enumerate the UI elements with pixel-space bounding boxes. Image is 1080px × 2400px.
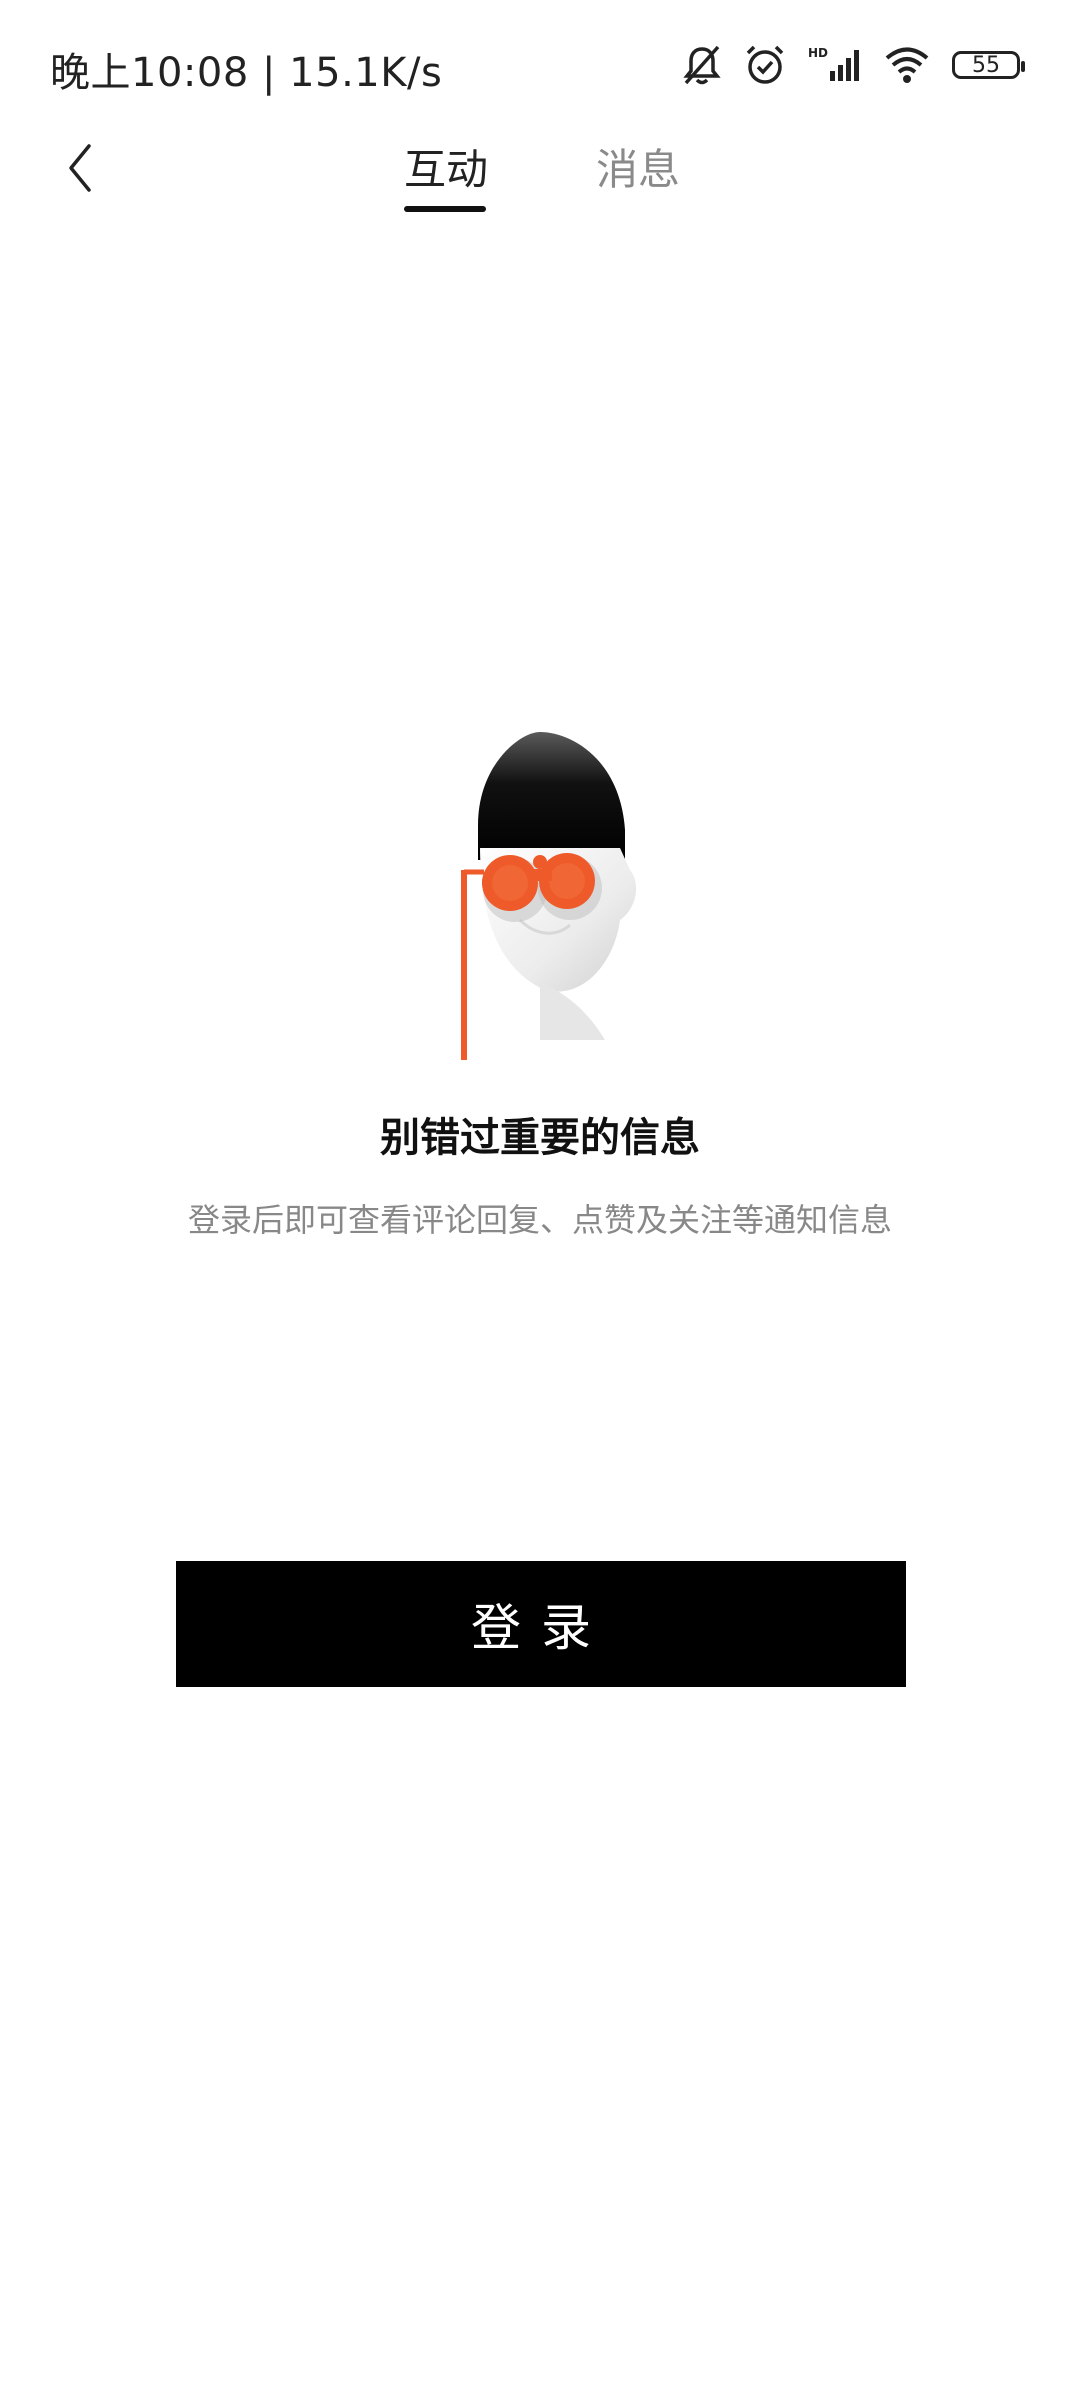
back-button[interactable] xyxy=(40,130,120,210)
alarm-icon xyxy=(744,43,786,87)
muted-bell-icon xyxy=(682,43,722,87)
status-icons: HD 55 xyxy=(682,40,1025,90)
tab-messages[interactable]: 消息 xyxy=(596,140,680,210)
status-bar: 晚上10:08 | 15.1K/s HD 55 xyxy=(0,0,1080,130)
binoculars-head-illustration xyxy=(420,720,660,1070)
wifi-icon xyxy=(884,45,930,85)
login-button[interactable]: 登录 xyxy=(176,1561,906,1687)
empty-state-subtitle: 登录后即可查看评论回复、点赞及关注等通知信息 xyxy=(187,1201,892,1239)
active-tab-indicator xyxy=(404,206,486,212)
hd-signal-icon: HD xyxy=(808,45,862,85)
chevron-left-icon xyxy=(65,142,95,198)
top-nav: 互动 消息 xyxy=(0,130,1080,240)
svg-text:HD: HD xyxy=(808,46,828,60)
battery-icon: 55 xyxy=(952,51,1025,79)
empty-state-title: 别错过重要的信息 xyxy=(380,1115,700,1161)
status-time-speed: 晚上10:08 | 15.1K/s xyxy=(50,50,443,96)
tab-interaction[interactable]: 互动 xyxy=(404,140,488,210)
